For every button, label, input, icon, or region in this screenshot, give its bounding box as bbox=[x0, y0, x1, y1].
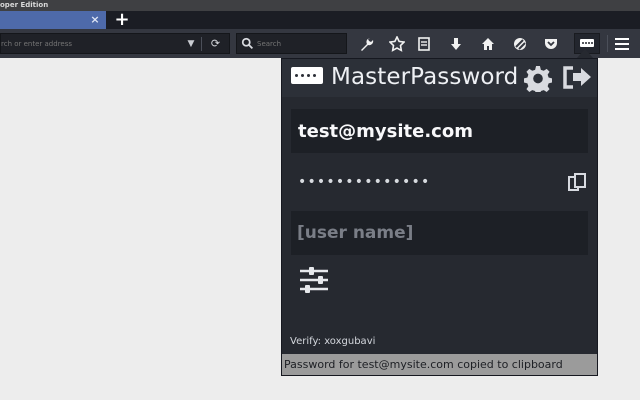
tab-bar: × + bbox=[0, 11, 640, 29]
browser-toolbar: ▼ ⟳ bbox=[0, 29, 640, 58]
bookmarks-list-icon[interactable] bbox=[414, 34, 434, 54]
address-separator bbox=[201, 37, 202, 51]
reload-icon[interactable]: ⟳ bbox=[208, 36, 223, 51]
chevron-down-icon[interactable]: ▼ bbox=[185, 37, 197, 51]
password-logo-icon bbox=[291, 67, 323, 84]
new-tab-button[interactable]: + bbox=[114, 11, 130, 29]
hamburger-menu-icon[interactable] bbox=[614, 36, 630, 51]
privacy-badge-icon[interactable] bbox=[510, 34, 530, 54]
copy-icon[interactable] bbox=[566, 172, 588, 194]
logout-icon[interactable] bbox=[561, 65, 592, 90]
home-icon[interactable] bbox=[478, 34, 498, 54]
pocket-icon[interactable] bbox=[541, 34, 561, 54]
search-input[interactable] bbox=[257, 38, 341, 50]
site-name-input[interactable] bbox=[292, 110, 587, 152]
generated-password-mask[interactable]: •••••••••••••• bbox=[298, 172, 430, 192]
window-title: oper Edition bbox=[0, 1, 49, 9]
user-name-input[interactable] bbox=[291, 211, 588, 255]
address-bar[interactable]: ▼ ⟳ bbox=[0, 33, 230, 54]
popup-title: MasterPassword bbox=[331, 64, 519, 90]
site-name-field[interactable] bbox=[291, 109, 588, 153]
status-message: Password for test@mysite.com copied to c… bbox=[282, 354, 597, 375]
address-input[interactable] bbox=[1, 38, 176, 50]
gear-icon[interactable] bbox=[524, 65, 552, 92]
toolbar-separator bbox=[607, 35, 608, 52]
window-titlebar: oper Edition bbox=[0, 0, 640, 11]
popup-header: MasterPassword bbox=[282, 59, 597, 97]
tab-close-button[interactable]: × bbox=[89, 12, 101, 28]
active-tab[interactable]: × bbox=[0, 11, 106, 29]
search-icon[interactable] bbox=[241, 37, 255, 51]
sliders-icon[interactable] bbox=[298, 266, 332, 294]
verify-code: Verify: xoxgubavi bbox=[290, 336, 376, 347]
wrench-icon[interactable] bbox=[357, 34, 377, 54]
bookmark-star-icon[interactable] bbox=[387, 34, 407, 54]
password-dots-icon bbox=[580, 39, 594, 47]
download-icon[interactable] bbox=[446, 34, 466, 54]
masterpassword-popup: MasterPassword •••••••••••••• Verify: xo… bbox=[281, 58, 598, 376]
user-name-field[interactable] bbox=[291, 211, 588, 255]
search-box[interactable] bbox=[236, 33, 347, 54]
